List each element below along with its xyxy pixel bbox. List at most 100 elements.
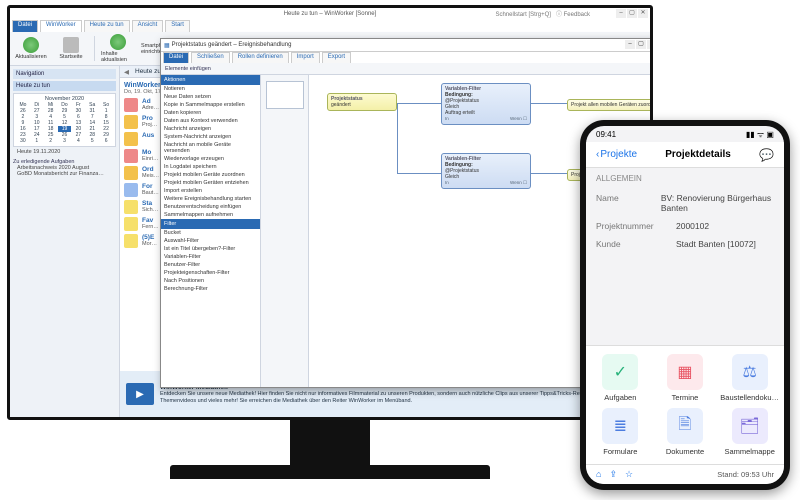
phone-nav-bar: ‹Projekte Projektdetails 💬 bbox=[586, 142, 784, 168]
action-item[interactable]: Projekt mobilen Geräte zuordnen bbox=[161, 171, 260, 179]
action-item[interactable]: Benutzerentscheidung einfügen bbox=[161, 203, 260, 211]
filter-item[interactable]: Benutzer-Filter bbox=[161, 261, 260, 269]
tab-ansicht[interactable]: Ansicht bbox=[132, 20, 164, 32]
dialog-titlebar: ▦ Projektstatus geändert – Ereignisbehan… bbox=[161, 39, 653, 52]
item-icon bbox=[124, 200, 138, 214]
action-item[interactable]: Daten kopieren bbox=[161, 109, 260, 117]
navigation-pane: Navigation Heute zu tun November 2020 Mo… bbox=[10, 66, 120, 417]
desktop-screen: Heute zu tun – WinWorker [Sonne] Schnell… bbox=[7, 5, 653, 420]
tab-winworker[interactable]: WinWorker bbox=[40, 20, 82, 32]
action-item[interactable]: Nachricht anzeigen bbox=[161, 125, 260, 133]
elements-insert-button[interactable]: Elemente einfügen bbox=[165, 66, 211, 72]
mini-calendar[interactable]: November 2020 MoDiMiDoFrSaSo 26272829303… bbox=[13, 93, 116, 147]
scales-icon: ⚖ bbox=[732, 354, 768, 390]
tile-dokumente[interactable]: 🗎Dokumente bbox=[655, 408, 716, 456]
filter-node-2[interactable]: Variablen-Filter Bedingung: @Projektstat… bbox=[441, 153, 531, 189]
desktop-monitor: Heute zu tun – WinWorker [Sonne] Schnell… bbox=[0, 0, 660, 480]
nav-task[interactable]: GoBD Monatsbericht zur Finanza… bbox=[13, 171, 116, 177]
tile-sammelmappe[interactable]: 🗂Sammelmappe bbox=[719, 408, 780, 456]
item-icon bbox=[124, 234, 138, 248]
window-icon: ▦ bbox=[164, 42, 170, 49]
nav-today[interactable]: Heute 19.11.2020 bbox=[13, 149, 116, 155]
video-icon: ▶ bbox=[126, 383, 154, 405]
action-item[interactable]: System-Nachricht anzeigen bbox=[161, 133, 260, 141]
quickstart-search[interactable]: Schnellstart [Strg+Q] ⓘ Feedback bbox=[495, 9, 590, 18]
action-item[interactable]: Daten aus Kontext verwenden bbox=[161, 117, 260, 125]
calendar-icon: ▦ bbox=[667, 354, 703, 390]
minimize-button[interactable]: – bbox=[616, 9, 626, 18]
filter-item[interactable]: Variablen-Filter bbox=[161, 253, 260, 261]
filter-item[interactable]: Bucket bbox=[161, 229, 260, 237]
document-icon: 🗎 bbox=[667, 408, 703, 444]
window-title: Heute zu tun – WinWorker [Sonne] bbox=[284, 11, 377, 17]
tile-aufgaben[interactable]: ✓Aufgaben bbox=[590, 354, 651, 402]
action-item[interactable]: Nachricht an mobile Geräte versenden bbox=[161, 141, 260, 155]
chat-icon[interactable]: 💬 bbox=[759, 148, 774, 162]
action-item[interactable]: Import erstellen bbox=[161, 187, 260, 195]
check-icon: ✓ bbox=[602, 354, 638, 390]
item-icon bbox=[124, 149, 138, 163]
dialog-close[interactable]: ✕ bbox=[647, 40, 653, 49]
nav-header: Navigation bbox=[13, 69, 116, 79]
refresh-icon bbox=[23, 37, 39, 53]
nav-todo-header[interactable]: Heute zu tun bbox=[13, 81, 116, 91]
page-thumbnail[interactable] bbox=[266, 81, 304, 109]
item-icon bbox=[124, 217, 138, 231]
thumbnail-strip bbox=[261, 75, 309, 387]
refresh-icon bbox=[110, 34, 126, 50]
filter-item[interactable]: Auswahl-Filter bbox=[161, 237, 260, 245]
star-icon[interactable]: ☆ bbox=[625, 469, 633, 480]
share-icon[interactable]: ⇪ bbox=[609, 469, 617, 480]
back-button[interactable]: ‹Projekte bbox=[596, 149, 637, 160]
detail-row-kunde: KundeStadt Banten [10072] bbox=[586, 235, 784, 253]
dlg-tab-datei[interactable]: Datei bbox=[163, 52, 189, 63]
action-item[interactable]: In Logdatei speichern bbox=[161, 163, 260, 171]
dialog-minimize[interactable]: – bbox=[625, 40, 635, 49]
action-item[interactable]: Neue Daten setzen bbox=[161, 93, 260, 101]
close-button[interactable]: ✕ bbox=[638, 9, 648, 18]
start-node[interactable]: Projektstatus geändert bbox=[327, 93, 397, 111]
section-header: ALLGEMEIN bbox=[586, 168, 784, 189]
action-item[interactable]: Wiedervorlage erzeugen bbox=[161, 155, 260, 163]
filter-item[interactable]: Berechnung-Filter bbox=[161, 285, 260, 293]
dlg-tab-export[interactable]: Export bbox=[322, 52, 351, 63]
filter-item[interactable]: Nach Positionen bbox=[161, 277, 260, 285]
home-icon[interactable]: ⌂ bbox=[596, 469, 601, 480]
tile-formulare[interactable]: ≣Formulare bbox=[590, 408, 651, 456]
action-item[interactable]: Projekt mobilen Geräten entziehen bbox=[161, 179, 260, 187]
filter-header: Filter bbox=[161, 219, 260, 229]
ribbon-startseite[interactable]: Startseite bbox=[54, 34, 88, 63]
ribbon-aktualisieren[interactable]: Aktualisieren bbox=[14, 34, 48, 63]
monitor-stand-neck bbox=[290, 420, 370, 470]
dlg-tab-schliessen[interactable]: Schließen bbox=[191, 52, 230, 63]
phone-status-bar: 09:41 ▮▮ ᯤ ▣ bbox=[586, 126, 784, 142]
action-item[interactable]: Sammelmappen aufnehmen bbox=[161, 211, 260, 219]
action-item[interactable]: Notieren bbox=[161, 85, 260, 93]
filter-node-1[interactable]: Variablen-Filter Bedingung: @Projektstat… bbox=[441, 83, 531, 125]
footer-text: Entdecken Sie unsere neue Mediathek! Hie… bbox=[160, 391, 644, 404]
action-node-assign[interactable]: Projekt allen mobilen Geräten zuordnen bbox=[567, 99, 653, 111]
dlg-tab-import[interactable]: Import bbox=[291, 52, 320, 63]
action-item[interactable]: Kopie in Sammelmappe erstellen bbox=[161, 101, 260, 109]
ribbon-tabs: Datei WinWorker Heute zu tun Ansicht Sta… bbox=[10, 20, 650, 32]
dlg-tab-rollen[interactable]: Rollen definieren bbox=[232, 52, 289, 63]
detail-row-number: Projektnummer2000102 bbox=[586, 217, 784, 235]
dialog-maximize[interactable]: ▢ bbox=[636, 40, 646, 49]
filter-item[interactable]: Ist ein Titel übergeben?-Filter bbox=[161, 245, 260, 253]
tab-datei[interactable]: Datei bbox=[12, 20, 38, 32]
tab-heute-zu-tun[interactable]: Heute zu tun bbox=[84, 20, 130, 32]
item-icon bbox=[124, 132, 138, 146]
form-icon: ≣ bbox=[602, 408, 638, 444]
detail-row-name: NameBV: Renovierung Bürgerhaus Banten bbox=[586, 189, 784, 217]
action-item[interactable]: Weitere Ereignisbehandlung starten bbox=[161, 195, 260, 203]
tile-termine[interactable]: ▦Termine bbox=[655, 354, 716, 402]
ribbon-inhalte[interactable]: Inhalte aktualisien bbox=[101, 34, 135, 63]
status-timestamp: Stand: 09:53 Uhr bbox=[717, 470, 774, 479]
tile-baustelle[interactable]: ⚖Baustellendoku… bbox=[719, 354, 780, 402]
tab-start[interactable]: Start bbox=[165, 20, 190, 32]
phone-mockup: 09:41 ▮▮ ᯤ ▣ ‹Projekte Projektdetails 💬 … bbox=[580, 120, 790, 490]
main-window-titlebar: Heute zu tun – WinWorker [Sonne] Schnell… bbox=[10, 8, 650, 20]
filter-item[interactable]: Projekteigenschaften-Filter bbox=[161, 269, 260, 277]
maximize-button[interactable]: ▢ bbox=[627, 9, 637, 18]
monitor-stand-base bbox=[170, 465, 490, 479]
